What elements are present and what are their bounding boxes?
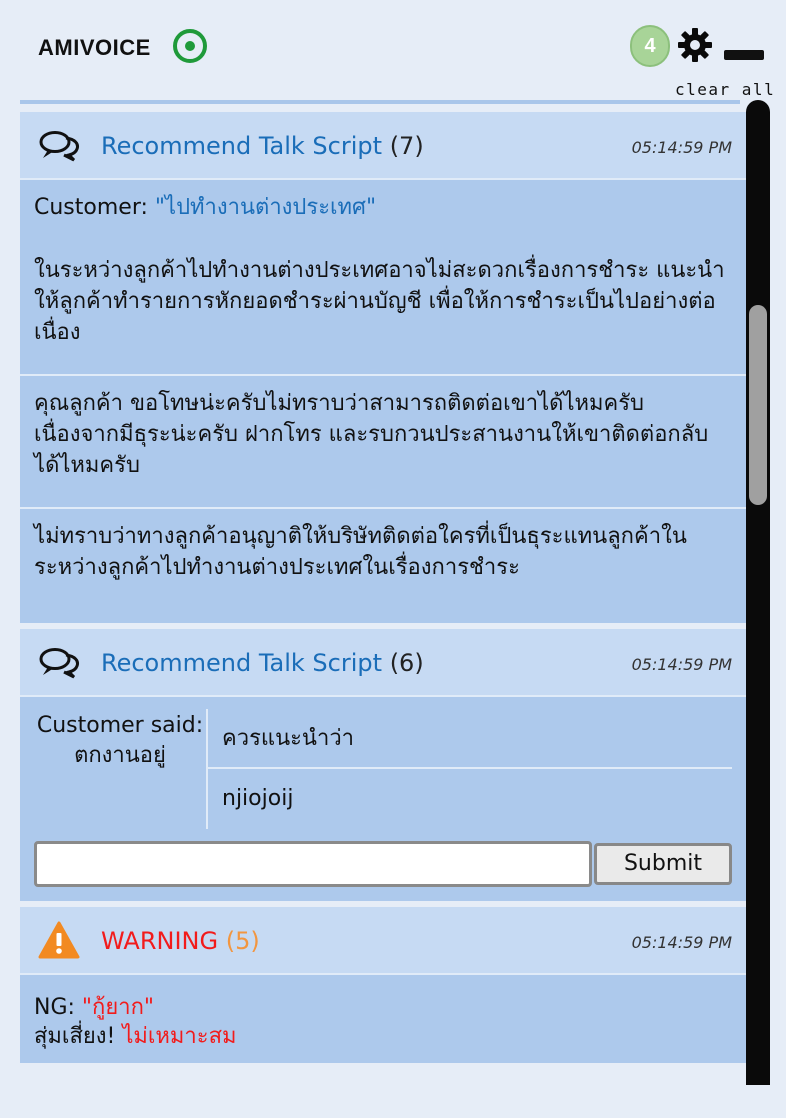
script-suggestion-section: ไม่ทราบว่าทางลูกค้าอนุญาติให้บริษัทติดต่… <box>20 509 746 623</box>
customer-utterance-section: Customer: "ไปทำงานต่างประเทศ" ในระหว่างล… <box>20 180 746 376</box>
risk-line: สุ่มเสี่ยง! ไม่เหมาะสม <box>34 1022 732 1051</box>
script-suggestion-section: คุณลูกค้า ขอโทษน่ะครับไม่ทราบว่าสามารถติ… <box>20 376 746 509</box>
card-title: Recommend Talk Script (6) <box>101 649 424 677</box>
ng-word: "กู้ยาก" <box>81 995 155 1020</box>
card-timestamp: 05:14:59 PM <box>631 655 732 674</box>
warning-card: WARNING (5) 05:14:59 PM NG: "กู้ยาก" สุ่… <box>20 907 746 1063</box>
card-title-text: Recommend Talk Script <box>101 132 383 160</box>
talk-script-card: Recommend Talk Script (7) 05:14:59 PM Cu… <box>20 112 746 623</box>
submit-button[interactable]: Submit <box>594 843 732 885</box>
script-suggestion[interactable]: คุณลูกค้า ขอโทษน่ะครับไม่ทราบว่าสามารถติ… <box>34 388 732 481</box>
answer-input[interactable] <box>34 841 592 887</box>
app-header: AMIVOICE 4 clear all <box>0 0 786 100</box>
suggestion-list: ควรแนะนำว่า njiojoij <box>208 709 732 829</box>
scrollbar-thumb[interactable] <box>749 305 767 505</box>
suggestion-item[interactable]: njiojoij <box>208 769 732 829</box>
card-title-text: Recommend Talk Script <box>101 649 383 677</box>
suggestion-item[interactable]: ควรแนะนำว่า <box>208 709 732 769</box>
card-title: Recommend Talk Script (7) <box>101 132 424 160</box>
card-header: Recommend Talk Script (7) 05:14:59 PM <box>20 112 746 180</box>
card-count: (5) <box>225 927 260 955</box>
ng-label: NG: <box>34 995 82 1020</box>
warning-triangle-icon <box>38 921 80 959</box>
script-suggestion[interactable]: ในระหว่างลูกค้าไปทำงานต่างประเทศอาจไม่สะ… <box>34 255 732 348</box>
card-title: WARNING (5) <box>101 927 260 955</box>
notification-count-badge[interactable]: 4 <box>630 25 670 67</box>
card-count: (6) <box>389 649 424 677</box>
minimize-icon[interactable] <box>724 50 764 60</box>
header-divider <box>20 100 740 104</box>
clear-all-link[interactable]: clear all <box>675 80 775 99</box>
card-count: (7) <box>389 132 424 160</box>
radio-status-icon[interactable] <box>173 29 207 63</box>
customer-quote: "ไปทำงานต่างประเทศ" <box>154 195 377 220</box>
app-title: AMIVOICE <box>38 35 151 60</box>
customer-said-label: Customer said: ตกงานอยู่ <box>34 709 208 829</box>
card-timestamp: 05:14:59 PM <box>631 933 732 952</box>
chat-bubbles-icon <box>39 648 79 679</box>
customer-label: Customer: <box>34 195 155 220</box>
card-header: WARNING (5) 05:14:59 PM <box>20 907 746 975</box>
risk-text: ไม่เหมาะสม <box>122 1024 237 1049</box>
vertical-scrollbar[interactable] <box>746 100 770 1085</box>
card-title-text: WARNING <box>101 927 219 955</box>
ng-line: NG: "กู้ยาก" <box>34 993 732 1022</box>
risk-label: สุ่มเสี่ยง! <box>34 1024 123 1049</box>
customer-said-table: Customer said: ตกงานอยู่ ควรแนะนำว่า nji… <box>20 697 746 829</box>
warning-body: NG: "กู้ยาก" สุ่มเสี่ยง! ไม่เหมาะสม <box>20 975 746 1063</box>
script-suggestion[interactable]: ไม่ทราบว่าทางลูกค้าอนุญาติให้บริษัทติดต่… <box>34 521 732 583</box>
card-timestamp: 05:14:59 PM <box>631 138 732 157</box>
card-header: Recommend Talk Script (6) 05:14:59 PM <box>20 629 746 697</box>
notification-feed: Recommend Talk Script (7) 05:14:59 PM Cu… <box>20 112 746 1082</box>
answer-form: Submit <box>20 829 746 901</box>
chat-bubbles-icon <box>39 131 79 162</box>
gear-icon[interactable] <box>677 27 713 63</box>
talk-script-card: Recommend Talk Script (6) 05:14:59 PM Cu… <box>20 629 746 901</box>
